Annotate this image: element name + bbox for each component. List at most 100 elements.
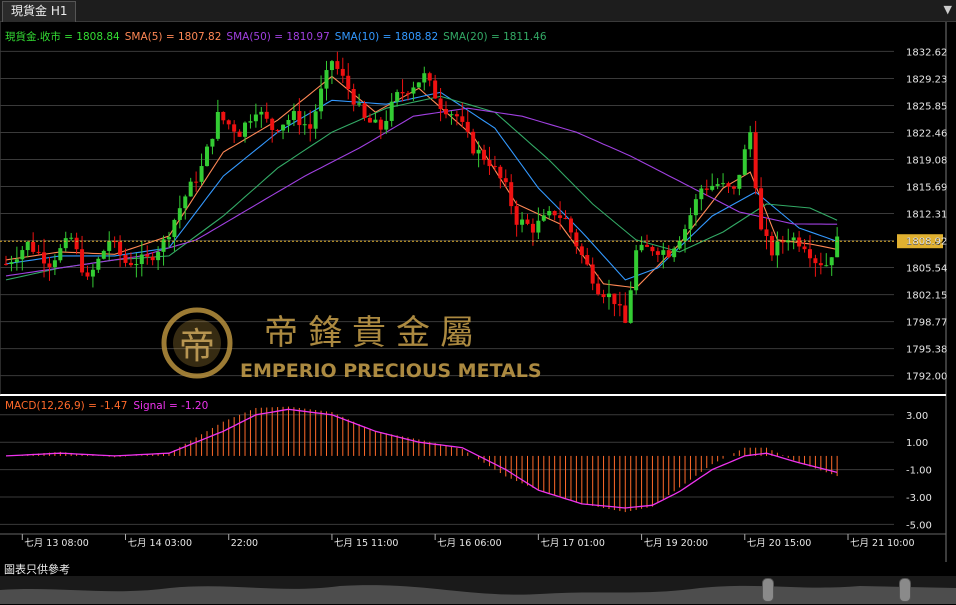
candle-up — [710, 185, 715, 190]
candle-down — [438, 98, 443, 110]
candle-up — [634, 250, 639, 291]
candle-down — [813, 258, 818, 264]
candle-up — [199, 166, 204, 182]
candle-down — [427, 73, 432, 81]
legend-entry: SMA(5) = 1807.82 — [125, 31, 222, 43]
scroll-handle-left[interactable] — [762, 578, 774, 602]
navigator-silhouette — [0, 585, 956, 604]
triangle-down-icon[interactable]: ▼ — [944, 3, 952, 16]
candle-up — [824, 265, 829, 267]
candle-up — [215, 111, 220, 139]
candle-down — [232, 124, 237, 132]
candle-up — [52, 260, 57, 268]
candle-up — [14, 259, 19, 263]
candle-up — [134, 264, 139, 266]
price-tick-label: 1792.00 — [906, 372, 947, 383]
candle-up — [248, 121, 253, 123]
candle-up — [775, 241, 780, 256]
candle-up — [90, 269, 95, 277]
price-legend: 現貨金.收市 = 1808.84 SMA(5) = 1807.82 SMA(50) … — [5, 30, 547, 43]
price-tick-label: 1825.85 — [906, 101, 947, 112]
candle-down — [400, 92, 405, 94]
candle-up — [253, 114, 258, 122]
candle-down — [275, 129, 280, 131]
candle-up — [715, 184, 720, 186]
candle-up — [606, 293, 611, 298]
candle-down — [264, 111, 269, 119]
candle-up — [172, 219, 177, 238]
scroll-handle-right[interactable] — [899, 578, 911, 602]
price-tick-label: 1829.23 — [906, 74, 947, 85]
macd-tick-label: -3.00 — [906, 493, 932, 504]
candle-up — [688, 215, 693, 230]
candle-up — [384, 120, 389, 130]
time-scrollbar[interactable] — [0, 576, 956, 604]
candle-down — [769, 235, 774, 256]
time-tick-label: 七月 13 08:00 — [24, 538, 89, 549]
candle-down — [47, 263, 52, 268]
candle-down — [85, 272, 90, 277]
candle-down — [802, 246, 807, 250]
time-tick-label: 七月 15 11:00 — [334, 538, 399, 549]
candle-down — [623, 305, 628, 323]
candle-down — [764, 229, 769, 236]
candle-up — [319, 88, 324, 112]
candle-down — [270, 118, 275, 130]
watermark-brand-en: EMPERIO PRECIOUS METALS — [240, 360, 542, 382]
candle-down — [617, 304, 622, 306]
candle-up — [476, 149, 481, 154]
candle-down — [405, 93, 410, 95]
candle-down — [650, 246, 655, 252]
candle-down — [525, 219, 530, 224]
tab-chart[interactable]: 現貨金 H1 — [2, 1, 77, 22]
candle-up — [737, 174, 742, 189]
candle-up — [373, 119, 378, 123]
candle-up — [188, 181, 193, 197]
candle-down — [378, 119, 383, 130]
candle-down — [759, 188, 764, 230]
candle-up — [291, 111, 296, 120]
chart-area: 帝 帝鋒貴金屬 EMPERIO PRECIOUS METALS 1808.84 … — [0, 22, 956, 577]
candle-up — [748, 132, 753, 150]
candle-down — [444, 109, 449, 115]
candle-up — [791, 237, 796, 241]
price-tick-label: 1832.62 — [906, 47, 947, 58]
watermark-brand-cn: 帝鋒貴金屬 — [264, 313, 484, 353]
candle-down — [297, 111, 302, 126]
candle-down — [221, 111, 226, 121]
candle-down — [471, 131, 476, 154]
candle-up — [547, 211, 552, 216]
candle-down — [552, 211, 557, 216]
candle-down — [601, 294, 606, 298]
price-tick-label: 1815.69 — [906, 183, 947, 194]
candle-down — [226, 120, 231, 125]
candle-up — [281, 124, 286, 131]
candle-up — [661, 250, 666, 255]
legend-entry: SMA(20) = 1811.46 — [443, 31, 547, 43]
candle-down — [150, 256, 155, 261]
candle-down — [797, 237, 802, 247]
candle-down — [503, 178, 508, 183]
candle-down — [482, 149, 487, 161]
candle-up — [9, 262, 14, 265]
candle-down — [590, 264, 595, 284]
macd-tick-label: 3.00 — [906, 411, 928, 422]
candle-up — [672, 248, 677, 258]
candle-down — [460, 116, 465, 122]
candle-up — [25, 241, 30, 251]
time-tick-label: 22:00 — [231, 538, 258, 549]
candle-up — [302, 124, 307, 126]
candle-down — [308, 124, 313, 129]
time-tick-label: 七月 19 20:00 — [644, 538, 709, 549]
candle-up — [677, 240, 682, 249]
candle-down — [80, 249, 85, 273]
candle-up — [183, 196, 188, 209]
candle-down — [574, 232, 579, 247]
candle-down — [340, 68, 345, 76]
candle-up — [139, 254, 144, 265]
time-tick-label: 七月 16 06:00 — [437, 538, 502, 549]
candle-up — [416, 82, 421, 88]
price-tick-label: 1795.38 — [906, 345, 947, 356]
legend-entry: 現貨金.收市 = 1808.84 — [5, 30, 120, 43]
candle-up — [395, 92, 400, 102]
